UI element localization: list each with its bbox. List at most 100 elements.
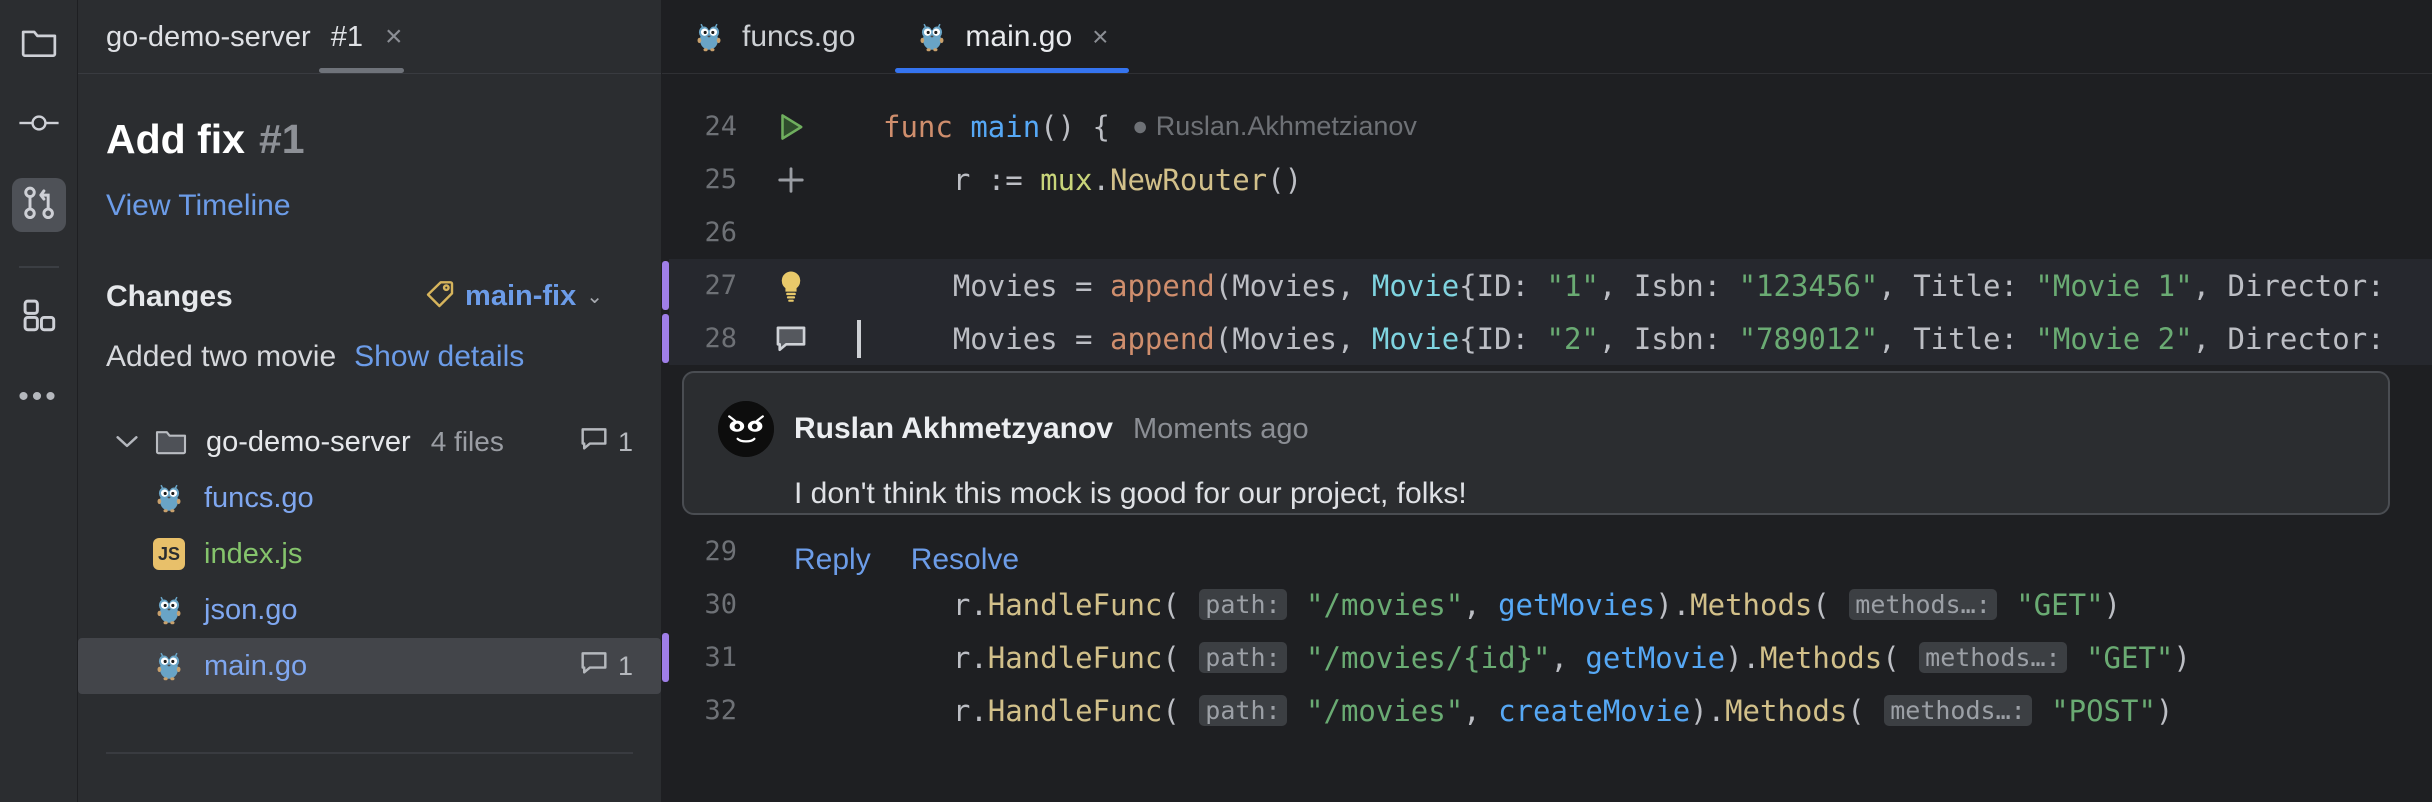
go-file-icon: [915, 20, 949, 54]
comment-bubble-icon: [580, 426, 608, 459]
change-marker[interactable]: [662, 314, 669, 363]
folder-icon: [20, 27, 58, 64]
gutter-row[interactable]: 28: [669, 312, 849, 365]
comment-bubble-icon: [580, 650, 608, 683]
comment-bubble-icon[interactable]: [743, 324, 839, 354]
code-line[interactable]: r := mux.NewRouter(): [849, 153, 2432, 206]
code-line[interactable]: func main() {● Ruslan.Akhmetzianov: [849, 100, 2432, 153]
chevron-down-icon[interactable]: [106, 435, 148, 449]
changes-header: Changes main-fix ⌄: [106, 279, 633, 314]
modules-icon: [21, 297, 57, 338]
gutter-row[interactable]: 24: [669, 100, 849, 153]
review-tab-pr-label: #1: [331, 21, 363, 54]
code-line[interactable]: r.HandleFunc( path: "/movies/{id}", getM…: [849, 631, 2432, 684]
code-token: r.: [883, 694, 988, 728]
branch-name: main-fix: [465, 280, 576, 313]
code-token: , Isbn:: [1599, 269, 1739, 303]
code-line[interactable]: Movies = append(Movies, Movie{ID: "2", I…: [849, 312, 2432, 365]
line-number: 26: [669, 217, 743, 248]
gutter-row[interactable]: 32: [669, 684, 849, 737]
run-play-icon[interactable]: [743, 110, 839, 144]
code-token: {ID:: [1459, 269, 1546, 303]
avatar: [718, 401, 774, 457]
gutter-row[interactable]: 26: [669, 206, 849, 259]
line-number: 25: [669, 164, 743, 195]
code-token: , Director:: [2193, 322, 2385, 356]
comment-count-badge: 1: [580, 426, 633, 459]
code-token: () {: [1040, 110, 1110, 144]
tree-row[interactable]: funcs.go: [78, 470, 661, 526]
code-token: (: [1882, 641, 1917, 675]
tab-funcs-go[interactable]: funcs.go: [662, 1, 885, 73]
changed-files-tree: go-demo-server 4 files 1: [106, 414, 633, 694]
tree-row[interactable]: JS index.js: [78, 526, 661, 582]
code-token: (: [1162, 694, 1197, 728]
tree-item-label: go-demo-server: [206, 426, 411, 459]
go-file-icon: [146, 481, 192, 515]
review-tab-project[interactable]: go-demo-server: [78, 1, 319, 73]
pull-request-icon: [21, 185, 57, 226]
resolve-button[interactable]: Resolve: [911, 543, 1019, 577]
tree-item-label: funcs.go: [204, 482, 314, 515]
code-line[interactable]: Movies = append(Movies, Movie{ID: "1", I…: [849, 259, 2432, 312]
code-token: , Director:: [2193, 269, 2385, 303]
close-icon[interactable]: ×: [385, 22, 403, 52]
code-line[interactable]: r.HandleFunc( path: "/movies", createMov…: [849, 684, 2432, 737]
review-panel: go-demo-server #1 × Add fix #1 View Time…: [78, 0, 662, 802]
comment-count: 1: [618, 651, 633, 682]
ide-window: ••• go-demo-server #1 × Add fix #1 View …: [0, 0, 2432, 802]
code-token: methods…:: [1919, 642, 2066, 673]
comment-header: Ruslan Akhmetzyanov Moments ago: [718, 401, 2354, 457]
review-tab-pr[interactable]: #1 ×: [319, 1, 411, 73]
tree-row[interactable]: json.go: [78, 582, 661, 638]
rail-item-project-files[interactable]: [12, 18, 66, 72]
change-marker[interactable]: [662, 633, 669, 682]
code-token: append: [1110, 269, 1215, 303]
code-viewport[interactable]: 242526272829303132 func main() {● Ruslan…: [662, 74, 2432, 802]
js-file-icon: JS: [146, 538, 192, 570]
chevron-down-icon: ⌄: [586, 284, 603, 309]
line-number: 27: [669, 270, 743, 301]
comment-author: Ruslan Akhmetzyanov: [794, 412, 1113, 446]
code-author-annotation: ● Ruslan.Akhmetzianov: [1132, 111, 1417, 142]
view-timeline-link[interactable]: View Timeline: [106, 189, 633, 223]
code-token: Methods: [1725, 694, 1847, 728]
inline-comment-popup[interactable]: Ruslan Akhmetzyanov Moments ago I don't …: [682, 371, 2390, 515]
tab-main-go[interactable]: main.go ×: [885, 1, 1138, 73]
intention-bulb-icon[interactable]: [743, 269, 839, 303]
pr-title: Add fix: [106, 116, 245, 163]
close-icon[interactable]: ×: [1092, 21, 1108, 53]
rail-divider: [19, 266, 59, 268]
code-token: , Title:: [1878, 269, 2035, 303]
tab-active-underline: [895, 68, 1128, 73]
code-line[interactable]: [849, 206, 2432, 259]
reply-button[interactable]: Reply: [794, 543, 871, 577]
tab-label: main.go: [965, 20, 1072, 54]
code-token: Movie: [1372, 322, 1459, 356]
code-token: "GET": [2086, 641, 2173, 675]
comment-timestamp: Moments ago: [1133, 413, 1309, 446]
code-token: (: [1847, 694, 1882, 728]
tree-row[interactable]: go-demo-server 4 files 1: [78, 414, 661, 470]
commit-row: Added two movie Show details: [106, 340, 633, 374]
rail-item-more[interactable]: •••: [12, 370, 66, 424]
add-plus-icon[interactable]: [743, 164, 839, 196]
gutter-row[interactable]: 25: [669, 153, 849, 206]
gutter-row[interactable]: 27: [669, 259, 849, 312]
rail-item-commits[interactable]: [12, 98, 66, 152]
pr-number: #1: [259, 116, 305, 163]
change-marker[interactable]: [662, 261, 669, 310]
code-token: ).: [1725, 641, 1760, 675]
rail-item-pull-requests[interactable]: [12, 178, 66, 232]
review-tab-strip: go-demo-server #1 ×: [78, 0, 661, 74]
code-token: [1289, 641, 1306, 675]
branch-selector[interactable]: main-fix ⌄: [425, 279, 633, 314]
comment-count-badge: 1: [580, 650, 633, 683]
code-token: r :=: [883, 163, 1040, 197]
gutter-row[interactable]: 31: [669, 631, 849, 684]
editor-tab-strip: funcs.go: [662, 0, 2432, 74]
rail-item-modules[interactable]: [12, 290, 66, 344]
code-token: (Movies,: [1215, 322, 1372, 356]
tree-row[interactable]: main.go 1: [78, 638, 661, 694]
show-details-link[interactable]: Show details: [354, 340, 524, 374]
